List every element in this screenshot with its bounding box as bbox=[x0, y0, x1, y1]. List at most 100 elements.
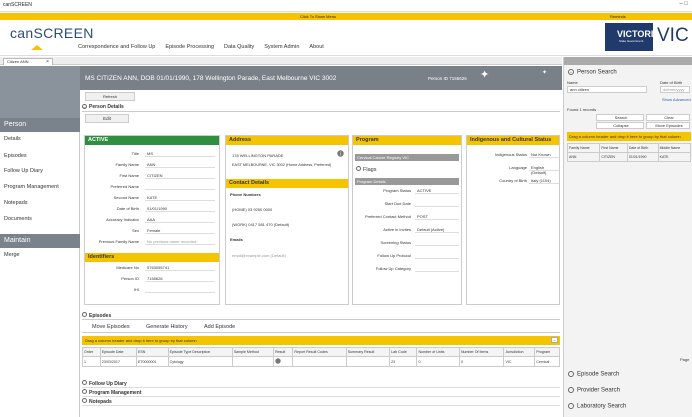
field-value[interactable]: POST bbox=[415, 214, 459, 220]
field-value[interactable]: ANN bbox=[145, 162, 215, 168]
edit-button[interactable]: Edit bbox=[85, 114, 129, 123]
field-value[interactable] bbox=[415, 253, 459, 259]
column-header[interactable]: Number of Units bbox=[416, 347, 460, 357]
column-header[interactable]: Middle Name bbox=[657, 143, 692, 153]
show-advanced-link[interactable]: Show Advanced bbox=[662, 97, 691, 102]
field-value[interactable]: 01/01/1990 bbox=[145, 206, 215, 212]
field-value[interactable]: KATE bbox=[145, 195, 215, 201]
tab-citizen-ann[interactable]: Citizen ANN × bbox=[3, 58, 53, 65]
field-value[interactable]: Not Known bbox=[529, 152, 559, 158]
person-details-header[interactable]: – Person Details bbox=[82, 104, 560, 112]
field-value[interactable]: Italy (1104) bbox=[529, 178, 559, 184]
column-header[interactable]: Episode Date bbox=[99, 347, 137, 357]
field-value[interactable]: CITIZEN bbox=[145, 173, 215, 179]
field-value[interactable]: 7155626 bbox=[145, 276, 215, 282]
move-episodes-button[interactable]: Move Episodes bbox=[92, 324, 130, 330]
column-header[interactable]: Date of Birth bbox=[626, 143, 659, 153]
flags-toggle[interactable]: Flags bbox=[356, 166, 376, 173]
add-icon[interactable]: ✦ bbox=[480, 68, 489, 81]
field-value[interactable]: Female bbox=[145, 228, 215, 234]
minimize-icon[interactable]: – bbox=[551, 337, 558, 343]
top-menu-bar[interactable]: Click To Show Menu Reminds bbox=[0, 13, 692, 20]
table-cell bbox=[273, 356, 294, 367]
field-value[interactable]: ACTIVE bbox=[415, 188, 459, 194]
show-menu-link[interactable]: Click To Show Menu bbox=[300, 14, 336, 19]
field-value[interactable]: Default (Active) bbox=[415, 227, 459, 233]
table-row[interactable]: 1 23/03/2017 ET0000001 Cytology 23 0 0 VIC Cervi… bbox=[82, 356, 560, 367]
group-by-hint[interactable]: Drag a column header and drop it here to… bbox=[82, 336, 560, 345]
column-header[interactable]: Episode Type Description bbox=[167, 347, 233, 357]
collapse-icon[interactable] bbox=[82, 312, 87, 317]
field-value[interactable] bbox=[145, 184, 215, 190]
generate-history-button[interactable]: Generate History bbox=[146, 324, 188, 330]
column-header[interactable]: Lab Code bbox=[389, 347, 418, 357]
expand-icon[interactable] bbox=[356, 166, 361, 171]
field-value[interactable]: MS bbox=[145, 151, 215, 157]
person-search-header[interactable]: – Person Search bbox=[568, 69, 617, 76]
field-value[interactable] bbox=[415, 266, 459, 272]
follow-up-diary-header[interactable]: Follow Up Diary bbox=[82, 380, 560, 388]
sidebar-item-follow-up[interactable]: Follow Up Diary bbox=[4, 168, 43, 174]
expand-icon[interactable] bbox=[82, 389, 87, 394]
nav-episode-processing[interactable]: Episode Processing bbox=[165, 44, 214, 50]
field-value[interactable]: No previous name recorded bbox=[145, 239, 215, 245]
nav-system-admin[interactable]: System Admin bbox=[264, 44, 299, 50]
add-episode-button[interactable]: Add Episode bbox=[204, 324, 235, 330]
field-value[interactable]: AAA bbox=[145, 217, 215, 223]
provider-search-header[interactable]: Provider Search bbox=[568, 387, 620, 394]
name-input[interactable]: ann citizen bbox=[567, 86, 647, 93]
column-header[interactable]: Program bbox=[534, 347, 560, 357]
episodes-header[interactable]: Episodes bbox=[82, 312, 560, 320]
expand-icon[interactable] bbox=[82, 398, 87, 403]
column-header[interactable]: Order bbox=[82, 347, 101, 357]
column-header[interactable]: Jurisdiction bbox=[503, 347, 536, 357]
reminds-link[interactable]: Reminds bbox=[610, 14, 626, 19]
collapse-icon[interactable]: – bbox=[568, 69, 574, 75]
search-button[interactable]: Search bbox=[596, 114, 644, 121]
column-header[interactable]: Report Result Codes bbox=[292, 347, 347, 357]
column-header[interactable]: ESN bbox=[135, 347, 169, 357]
nav-data-quality[interactable]: Data Quality bbox=[224, 44, 254, 50]
close-icon[interactable]: × bbox=[46, 59, 49, 65]
refresh-button[interactable]: Refresh bbox=[85, 92, 135, 101]
collapse-icon[interactable]: – bbox=[82, 104, 87, 109]
clear-button[interactable]: Clear bbox=[646, 114, 690, 121]
field-value[interactable] bbox=[145, 287, 215, 293]
sidebar-item-documents[interactable]: Documents bbox=[4, 216, 32, 222]
expand-icon[interactable] bbox=[568, 387, 574, 393]
column-header[interactable]: Family Name bbox=[566, 143, 601, 153]
sidebar-item-episodes[interactable]: Episodes bbox=[4, 153, 27, 159]
column-header[interactable]: Summary Result bbox=[345, 347, 391, 357]
program-management-header[interactable]: Program Management bbox=[82, 389, 560, 397]
nav-about[interactable]: About bbox=[309, 44, 323, 50]
dob-input[interactable]: dd/mm/yyyy bbox=[660, 86, 690, 93]
column-header[interactable]: Result bbox=[273, 347, 294, 357]
sidebar-item-merge[interactable]: Merge bbox=[4, 252, 20, 258]
field-value[interactable]: 5763055741 bbox=[145, 265, 215, 271]
laboratory-search-header[interactable]: Laboratory Search bbox=[568, 403, 626, 410]
window-controls[interactable]: – □ bbox=[679, 1, 688, 7]
search-group-hint[interactable]: Drag a column header and drop it here to… bbox=[567, 132, 691, 141]
info-icon[interactable]: i bbox=[337, 150, 344, 157]
episode-search-header[interactable]: Episode Search bbox=[568, 371, 619, 378]
field-value[interactable]: English (Default) bbox=[529, 165, 559, 175]
sidebar-item-program-management[interactable]: Program Management bbox=[4, 184, 59, 190]
move-episodes-panel-button[interactable]: Move Episodes bbox=[646, 122, 690, 129]
expand-icon[interactable] bbox=[568, 371, 574, 377]
table-row[interactable]: ANN CITIZEN 01/01/1990 KATE bbox=[566, 152, 692, 162]
field-value[interactable] bbox=[415, 201, 459, 207]
nav-correspondence[interactable]: Correspondence and Follow Up bbox=[78, 44, 155, 50]
column-header[interactable]: Number Of Items bbox=[458, 347, 505, 357]
main-content: MS CITIZEN ANN, DOB 01/01/1990, 178 Well… bbox=[80, 66, 562, 417]
sidebar-item-details[interactable]: Details bbox=[4, 136, 21, 142]
sidebar-item-notepads[interactable]: Notepads bbox=[4, 200, 28, 206]
info-icon[interactable] bbox=[275, 358, 281, 364]
pager-label[interactable]: Page bbox=[680, 357, 689, 362]
column-header[interactable]: First Name bbox=[599, 143, 628, 153]
notepads-header[interactable]: Notepads bbox=[82, 398, 560, 406]
field-value[interactable] bbox=[415, 240, 459, 246]
expand-icon[interactable] bbox=[568, 403, 574, 409]
collapse-button[interactable]: Collapse bbox=[596, 122, 644, 129]
column-header[interactable]: Sample Method bbox=[231, 347, 275, 357]
expand-icon[interactable] bbox=[82, 380, 87, 385]
